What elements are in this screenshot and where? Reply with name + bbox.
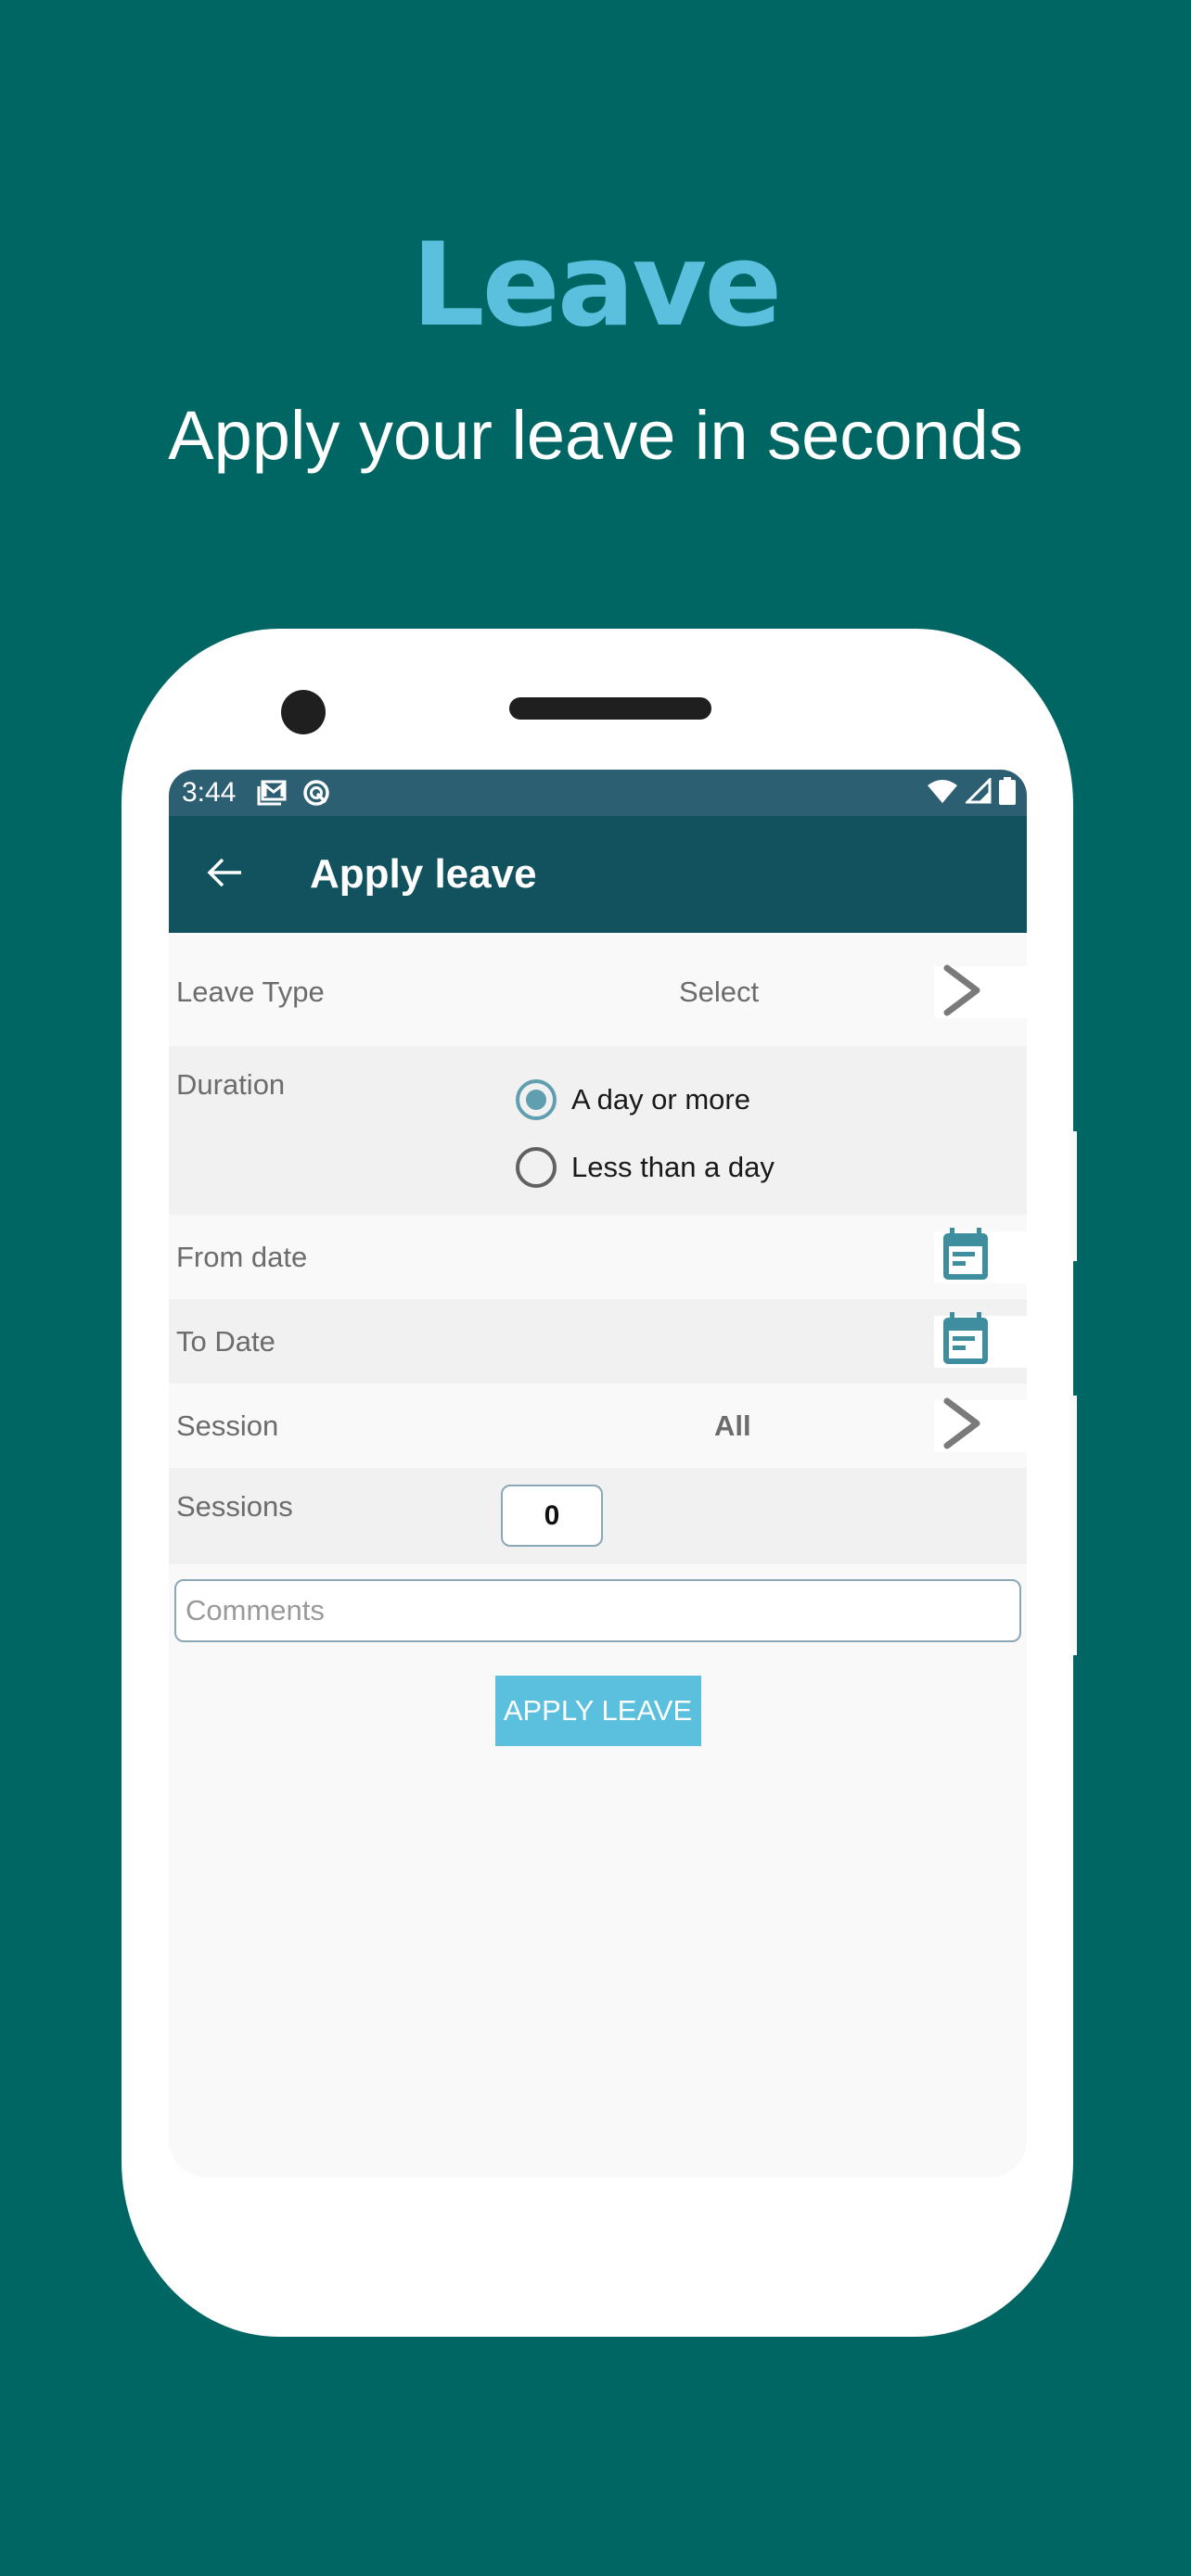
session-row[interactable]: Session All bbox=[169, 1384, 1027, 1468]
from-date-picker-button[interactable] bbox=[934, 1228, 1027, 1286]
hero-title: Leave bbox=[411, 219, 783, 352]
radio-label: A day or more bbox=[571, 1083, 750, 1116]
comments-input[interactable]: Comments bbox=[174, 1579, 1021, 1642]
back-button[interactable] bbox=[169, 816, 280, 933]
page-title: Apply leave bbox=[310, 851, 537, 897]
calendar-icon bbox=[941, 1312, 990, 1371]
wifi-icon bbox=[927, 778, 958, 809]
to-date-picker-button[interactable] bbox=[934, 1312, 1027, 1368]
battery-icon bbox=[999, 776, 1016, 810]
calendar-icon bbox=[941, 1228, 990, 1286]
phone-side-button-power bbox=[1071, 1131, 1077, 1261]
sessions-label: Sessions bbox=[176, 1490, 293, 1523]
session-value[interactable]: All bbox=[714, 1409, 751, 1443]
arrow-left-icon bbox=[206, 857, 243, 893]
radio-day-or-more[interactable]: A day or more bbox=[516, 1074, 775, 1126]
cellular-signal-icon bbox=[964, 775, 992, 809]
session-label: Session bbox=[176, 1409, 279, 1442]
status-time: 3:44 bbox=[182, 777, 237, 808]
duration-radio-group: A day or more Less than a day bbox=[516, 1074, 775, 1209]
status-bar: 3:44 bbox=[169, 770, 1027, 816]
chevron-right-icon bbox=[941, 1397, 984, 1454]
gmail-icon bbox=[256, 779, 288, 807]
radio-less-than-day[interactable]: Less than a day bbox=[516, 1141, 775, 1193]
duration-label: Duration bbox=[176, 1068, 286, 1101]
phone-speaker bbox=[509, 697, 711, 720]
sync-icon bbox=[301, 779, 332, 807]
radio-label: Less than a day bbox=[571, 1151, 775, 1183]
leave-type-label: Leave Type bbox=[176, 976, 325, 1008]
to-date-label: To Date bbox=[176, 1324, 275, 1358]
apply-leave-button[interactable]: APPLY LEAVE bbox=[494, 1676, 701, 1746]
radio-button-unchecked[interactable] bbox=[516, 1147, 557, 1188]
leave-type-chevron-button[interactable] bbox=[934, 964, 1027, 1021]
phone-camera bbox=[281, 690, 326, 734]
session-chevron-button[interactable] bbox=[934, 1397, 1027, 1454]
sessions-count-field[interactable]: 0 bbox=[501, 1485, 603, 1547]
from-date-label: From date bbox=[176, 1240, 308, 1273]
hero-subtitle: Apply your leave in seconds bbox=[168, 397, 1023, 474]
from-date-row[interactable]: From date bbox=[169, 1215, 1027, 1299]
duration-row: Duration A day or more Less than a day bbox=[169, 1046, 1027, 1215]
app-bar: Apply leave bbox=[169, 816, 1027, 933]
to-date-row[interactable]: To Date bbox=[169, 1299, 1027, 1384]
radio-button-checked[interactable] bbox=[516, 1079, 557, 1120]
comments-placeholder: Comments bbox=[186, 1594, 325, 1626]
leave-type-row[interactable]: Leave Type Select bbox=[169, 938, 1027, 1046]
phone-side-button-volume bbox=[1071, 1396, 1077, 1655]
app-screen: 3:44 Apply leave Leave Type Select Durat… bbox=[169, 770, 1027, 2177]
chevron-right-icon bbox=[941, 964, 984, 1021]
leave-type-value[interactable]: Select bbox=[679, 976, 759, 1009]
sessions-row: Sessions 0 bbox=[169, 1468, 1027, 1564]
